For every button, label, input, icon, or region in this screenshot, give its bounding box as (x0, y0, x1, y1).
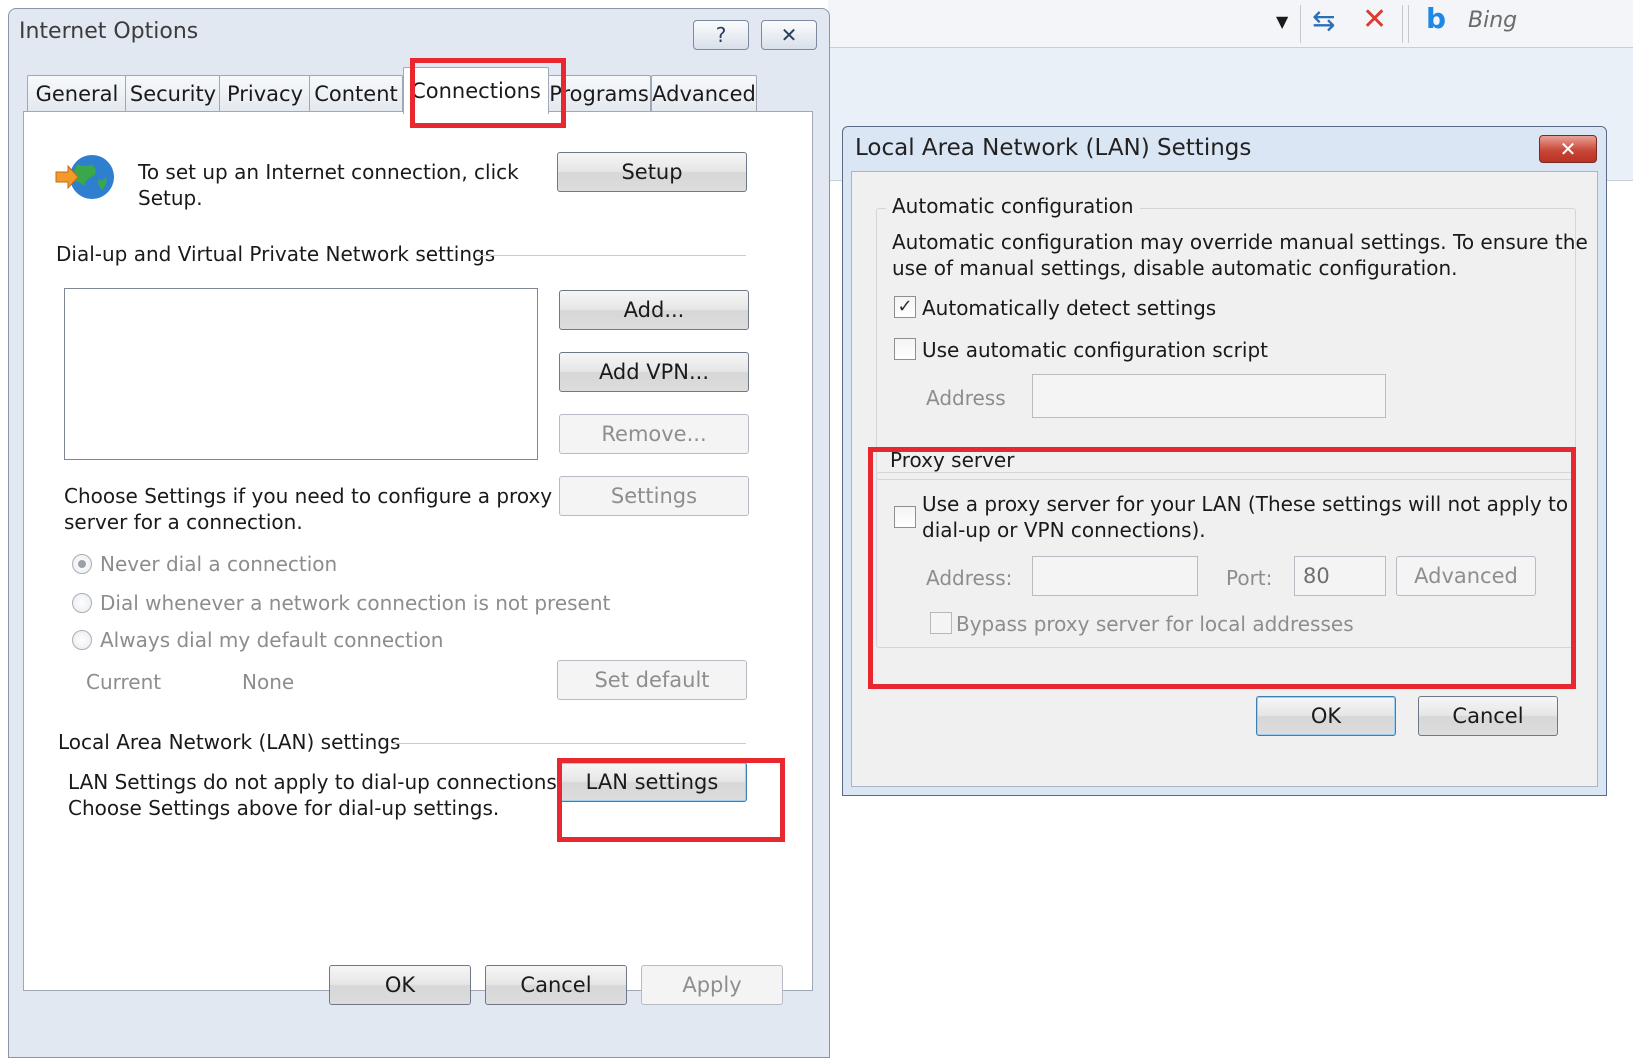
close-button[interactable]: ✕ (761, 20, 817, 50)
set-default-button[interactable]: Set default (557, 660, 747, 700)
bing-logo-icon: b (1426, 2, 1447, 35)
dialup-group-label: Dial-up and Virtual Private Network sett… (56, 242, 496, 266)
radio-always-dial[interactable] (72, 630, 92, 650)
setup-description: To set up an Internet connection, click (138, 160, 519, 184)
current-value: None (242, 670, 295, 694)
connections-panel: To set up an Internet connection, click … (23, 111, 813, 991)
auto-config-description-line2: use of manual settings, disable automati… (892, 256, 1458, 280)
ok-button[interactable]: OK (1256, 696, 1396, 736)
apply-button[interactable]: Apply (641, 965, 783, 1005)
lan-description-line2: Choose Settings above for dial-up settin… (68, 796, 500, 820)
tab-general[interactable]: General (27, 75, 127, 111)
group-divider (476, 255, 746, 256)
lan-group-label: Local Area Network (LAN) settings (58, 730, 401, 754)
radio-never-dial[interactable] (72, 554, 92, 574)
tab-advanced[interactable]: Advanced (651, 75, 757, 111)
help-icon: ? (715, 23, 727, 47)
settings-button[interactable]: Settings (559, 476, 749, 516)
script-address-label: Address (926, 386, 1006, 410)
title-bar: Internet Options ? ✕ (9, 9, 829, 65)
lan-description: LAN Settings do not apply to dial-up con… (68, 770, 564, 794)
radio-dial-whenever-label: Dial whenever a network connection is no… (100, 591, 611, 615)
toolbar-separator (1408, 5, 1409, 43)
current-label: Current (86, 670, 162, 694)
radio-never-dial-label: Never dial a connection (100, 552, 338, 576)
auto-detect-checkbox[interactable]: ✓ (894, 296, 916, 318)
proxy-hint-line2: server for a connection. (64, 510, 303, 534)
internet-globe-icon (54, 150, 118, 204)
auto-detect-label: Automatically detect settings (922, 296, 1217, 320)
radio-dial-whenever[interactable] (72, 593, 92, 613)
highlight-lan-settings-button (557, 758, 785, 842)
connections-list[interactable] (64, 288, 538, 460)
auto-script-checkbox[interactable] (894, 338, 916, 360)
setup-description-line2: Setup. (138, 186, 203, 210)
radio-always-dial-label: Always dial my default connection (100, 628, 444, 652)
close-icon: ✕ (780, 23, 798, 47)
dropdown-arrow-icon[interactable]: ▼ (1276, 12, 1288, 31)
highlight-proxy-server-section (868, 447, 1576, 689)
cancel-button[interactable]: Cancel (1418, 696, 1558, 736)
checkmark-icon: ✓ (897, 296, 913, 317)
ok-button[interactable]: OK (329, 965, 471, 1005)
proxy-hint: Choose Settings if you need to configure… (64, 484, 553, 508)
help-button[interactable]: ? (693, 20, 749, 50)
remove-button[interactable]: Remove... (559, 414, 749, 454)
cancel-button[interactable]: Cancel (485, 965, 627, 1005)
highlight-connections-tab (410, 58, 566, 128)
internet-options-dialog: Internet Options ? ✕ General Security Pr… (8, 8, 830, 1058)
auto-script-label: Use automatic configuration script (922, 338, 1268, 362)
auto-config-label: Automatic configuration (886, 194, 1140, 218)
auto-config-description: Automatic configuration may override man… (892, 230, 1588, 254)
toolbar-separator (1300, 5, 1301, 43)
add-button[interactable]: Add... (559, 290, 749, 330)
tab-content[interactable]: Content (309, 75, 403, 111)
refresh-arrows-icon[interactable]: ⇆ (1312, 4, 1335, 37)
tab-privacy[interactable]: Privacy (219, 75, 311, 111)
setup-button[interactable]: Setup (557, 152, 747, 192)
browser-toolbar: ▼ ⇆ ✕ b Bing (828, 0, 1633, 48)
close-icon: ✕ (1559, 137, 1577, 161)
group-divider (392, 743, 746, 744)
toolbar-separator (1402, 5, 1403, 43)
stop-icon[interactable]: ✕ (1362, 2, 1387, 37)
tab-security[interactable]: Security (125, 75, 221, 111)
dialog-title: Internet Options (19, 19, 199, 44)
add-vpn-button[interactable]: Add VPN... (559, 352, 749, 392)
search-provider-label[interactable]: Bing (1468, 8, 1517, 33)
close-button[interactable]: ✕ (1539, 135, 1597, 163)
dialog-title: Local Area Network (LAN) Settings (855, 135, 1252, 161)
script-address-input[interactable] (1032, 374, 1386, 418)
